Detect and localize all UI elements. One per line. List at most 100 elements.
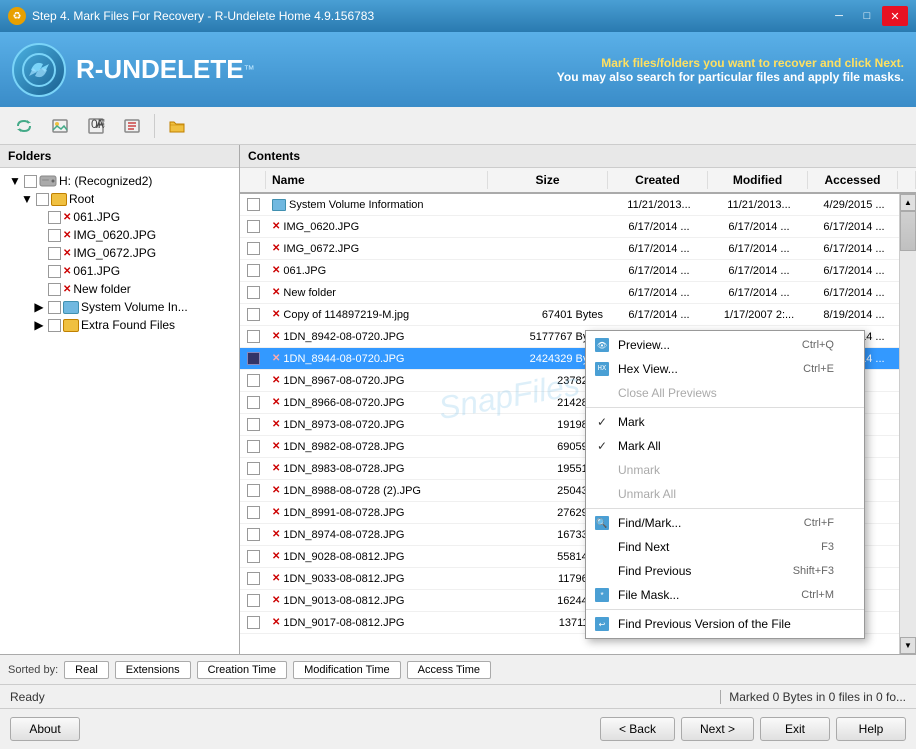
row-created: 11/21/2013... xyxy=(609,198,709,212)
row-modified: 11/21/2013... xyxy=(709,198,809,212)
th-accessed[interactable]: Accessed xyxy=(808,171,898,189)
scroll-track[interactable] xyxy=(900,211,916,637)
ctx-hexview[interactable]: HX Hex View... Ctrl+E xyxy=(586,357,864,381)
title-bar-left: ♻ Step 4. Mark Files For Recovery - R-Un… xyxy=(8,7,374,25)
tree-checkbox-file1[interactable] xyxy=(48,211,61,224)
ctx-filemask[interactable]: * File Mask... Ctrl+M xyxy=(586,583,864,607)
tree-item-extra[interactable]: ▶ Extra Found Files xyxy=(0,316,239,334)
ctx-findprevver[interactable]: ↩ Find Previous Version of the File xyxy=(586,612,864,636)
refresh-button[interactable] xyxy=(8,111,40,141)
extra-label: Extra Found Files xyxy=(81,318,175,332)
th-modified[interactable]: Modified xyxy=(708,171,808,189)
minimize-button[interactable]: ─ xyxy=(826,6,852,26)
ctx-closepreview[interactable]: Close All Previews xyxy=(586,381,864,405)
tree-checkbox[interactable] xyxy=(24,175,37,188)
table-row[interactable]: System Volume Information 11/21/2013... … xyxy=(240,194,899,216)
sort-access-button[interactable]: Access Time xyxy=(407,661,491,679)
about-button[interactable]: About xyxy=(10,717,80,741)
tree-item-file1[interactable]: ▶ ✕ 061.JPG xyxy=(0,208,239,226)
tree-checkbox-file2[interactable] xyxy=(48,229,61,242)
ctx-preview[interactable]: 👁 Preview... Ctrl+Q xyxy=(586,333,864,357)
th-size[interactable]: Size xyxy=(488,171,608,189)
logo-icon xyxy=(12,43,66,97)
tree-item-drive[interactable]: ▼ H: (Recognized2) xyxy=(0,172,239,190)
ctx-separator1 xyxy=(586,407,864,408)
ctx-findprev-label: Find Previous xyxy=(618,564,691,578)
sort-real-button[interactable]: Real xyxy=(64,661,109,679)
tree-checkbox-file5[interactable] xyxy=(48,283,61,296)
tree-checkbox-sysvolume[interactable] xyxy=(48,301,61,314)
tree-item-root[interactable]: ▼ Root xyxy=(0,190,239,208)
row-check[interactable] xyxy=(240,197,266,212)
context-menu: 👁 Preview... Ctrl+Q HX Hex View... Ctrl+… xyxy=(585,330,865,639)
toolbar: 0FA3 xyxy=(0,107,916,145)
next-button[interactable]: Next > xyxy=(681,717,754,741)
sort-modification-button[interactable]: Modification Time xyxy=(293,661,401,679)
app-icon: ♻ xyxy=(8,7,26,25)
file4-label: 061.JPG xyxy=(73,264,120,278)
hex-ctx-icon: HX xyxy=(594,361,610,377)
ctx-findprevver-label: Find Previous Version of the File xyxy=(618,617,791,631)
ctx-findnext[interactable]: Find Next F3 xyxy=(586,535,864,559)
tree-checkbox-file3[interactable] xyxy=(48,247,61,260)
preview-button[interactable] xyxy=(44,111,76,141)
th-name[interactable]: Name xyxy=(266,171,488,189)
close-previews-button[interactable] xyxy=(116,111,148,141)
file3-label: IMG_0672.JPG xyxy=(73,246,156,260)
vertical-scrollbar[interactable]: ▲ ▼ xyxy=(899,194,916,654)
tree-item-file3[interactable]: ▶ ✕ IMG_0672.JPG xyxy=(0,244,239,262)
back-button[interactable]: < Back xyxy=(600,717,675,741)
header-instruction: Mark files/folders you want to recover a… xyxy=(557,56,904,84)
sort-extensions-button[interactable]: Extensions xyxy=(115,661,191,679)
mask-ctx-icon: * xyxy=(594,587,610,603)
scroll-down-button[interactable]: ▼ xyxy=(900,637,916,654)
deleted-icon: ✕ xyxy=(63,212,71,223)
tree-checkbox-file4[interactable] xyxy=(48,265,61,278)
exit-button[interactable]: Exit xyxy=(760,717,830,741)
table-row[interactable]: ✕IMG_0672.JPG 6/17/2014 ... 6/17/2014 ..… xyxy=(240,238,899,260)
tree-item-sysvolume[interactable]: ▶ System Volume In... xyxy=(0,298,239,316)
table-row[interactable]: ✕New folder 6/17/2014 ... 6/17/2014 ... … xyxy=(240,282,899,304)
ctx-hexview-label: Hex View... xyxy=(618,362,678,376)
ctx-findprev[interactable]: Find Previous Shift+F3 xyxy=(586,559,864,583)
ctx-hexview-shortcut: Ctrl+E xyxy=(803,363,834,375)
find-ctx-icon: 🔍 xyxy=(594,515,610,531)
tree-item-file4[interactable]: ▶ ✕ 061.JPG xyxy=(0,262,239,280)
title-bar: ♻ Step 4. Mark Files For Recovery - R-Un… xyxy=(0,0,916,32)
ctx-markall[interactable]: ✓ Mark All xyxy=(586,434,864,458)
ctx-findmark[interactable]: 🔍 Find/Mark... Ctrl+F xyxy=(586,511,864,535)
hex-view-button[interactable]: 0FA3 xyxy=(80,111,112,141)
th-created[interactable]: Created xyxy=(608,171,708,189)
expand-extra[interactable]: ▶ xyxy=(32,318,46,332)
ctx-mark[interactable]: ✓ Mark xyxy=(586,410,864,434)
table-row[interactable]: ✕IMG_0620.JPG 6/17/2014 ... 6/17/2014 ..… xyxy=(240,216,899,238)
tree-checkbox-extra[interactable] xyxy=(48,319,61,332)
file2-label: IMG_0620.JPG xyxy=(73,228,156,242)
close-preview-ctx-icon xyxy=(594,385,610,401)
table-row[interactable]: ✕Copy of 114897219-M.jpg 67401 Bytes 6/1… xyxy=(240,304,899,326)
sort-creation-button[interactable]: Creation Time xyxy=(197,661,287,679)
ctx-unmark[interactable]: Unmark xyxy=(586,458,864,482)
tree-item-file5[interactable]: ▶ ✕ New folder xyxy=(0,280,239,298)
ctx-unmarkall[interactable]: Unmark All xyxy=(586,482,864,506)
row-name: System Volume Information xyxy=(266,198,489,212)
tree-item-file2[interactable]: ▶ ✕ IMG_0620.JPG xyxy=(0,226,239,244)
scroll-up-button[interactable]: ▲ xyxy=(900,194,916,211)
tree-area[interactable]: ▼ H: (Recognized2) ▼ Root ▶ ✕ 061.JPG xyxy=(0,168,239,654)
expand-root-icon[interactable]: ▼ xyxy=(20,192,34,206)
tree-checkbox-root[interactable] xyxy=(36,193,49,206)
expand-icon[interactable]: ▼ xyxy=(8,174,22,188)
ctx-separator2 xyxy=(586,508,864,509)
close-button[interactable]: ✕ xyxy=(882,6,908,26)
scroll-thumb[interactable] xyxy=(900,211,916,251)
th-checkbox xyxy=(240,171,266,189)
folder-sm-icon xyxy=(272,199,286,211)
deleted-icon3: ✕ xyxy=(63,248,71,259)
table-row[interactable]: ✕061.JPG 6/17/2014 ... 6/17/2014 ... 6/1… xyxy=(240,260,899,282)
maximize-button[interactable]: □ xyxy=(854,6,880,26)
nav-buttons: < Back Next > Exit Help xyxy=(600,717,906,741)
expand-sysvolume[interactable]: ▶ xyxy=(32,300,46,314)
help-button[interactable]: Help xyxy=(836,717,906,741)
root-folder-icon xyxy=(51,193,67,206)
open-folder-button[interactable] xyxy=(161,111,193,141)
